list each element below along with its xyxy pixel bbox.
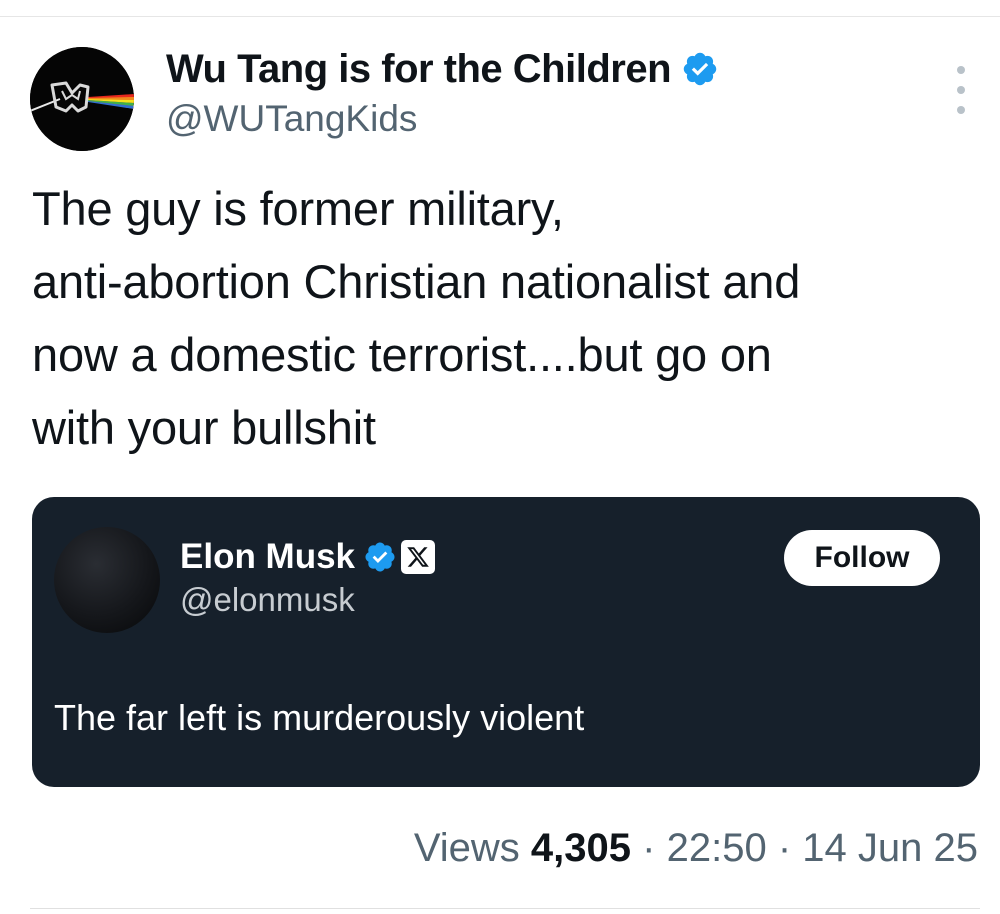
top-divider	[0, 16, 1000, 17]
quoted-author-handle[interactable]: @elonmusk	[180, 581, 355, 619]
quoted-author-avatar[interactable]	[54, 527, 160, 633]
author-avatar[interactable]	[30, 47, 134, 151]
quoted-tweet-text: The far left is murderously violent	[54, 697, 585, 738]
tweet-text-line: anti-abortion Christian nationalist and	[32, 255, 801, 308]
tweet-date[interactable]: 14 Jun 25	[802, 826, 978, 870]
author-display-name[interactable]: Wu Tang is for the Children	[166, 47, 672, 92]
tweet-text: The guy is former military, anti-abortio…	[32, 172, 982, 464]
verified-badge-icon	[683, 52, 717, 86]
meta-separator: ·	[777, 826, 792, 870]
views-count[interactable]: 4,305	[531, 826, 631, 870]
more-dot	[957, 106, 965, 114]
x-logo-icon	[401, 540, 436, 574]
more-vertical-icon[interactable]	[944, 66, 978, 114]
more-dot	[957, 86, 965, 94]
follow-button[interactable]: Follow	[784, 530, 940, 586]
quoted-author-name-row: Elon Musk	[180, 535, 436, 579]
tweet-text-line: now a domestic terrorist....but go on	[32, 328, 772, 381]
meta-separator: ·	[642, 826, 656, 870]
tweet-text-line: with your bullshit	[32, 401, 376, 454]
tweet-time[interactable]: 22:50	[667, 826, 767, 870]
more-dot	[957, 66, 965, 74]
tweet-text-line: The guy is former military,	[32, 182, 564, 235]
quoted-author-display-name[interactable]: Elon Musk	[180, 537, 355, 577]
author-name-row: Wu Tang is for the Children	[166, 44, 719, 94]
wu-tang-prism-logo-icon	[30, 47, 134, 151]
verified-badge-icon	[365, 542, 395, 572]
bottom-divider	[30, 908, 980, 909]
quoted-tweet-card[interactable]: Elon Musk @elonmusk Follow The far left …	[32, 497, 980, 787]
views-label: Views	[413, 826, 520, 870]
tweet-meta: Views 4,305 · 22:50 · 14 Jun 25	[414, 826, 978, 871]
author-handle[interactable]: @WUTangKids	[166, 98, 417, 140]
